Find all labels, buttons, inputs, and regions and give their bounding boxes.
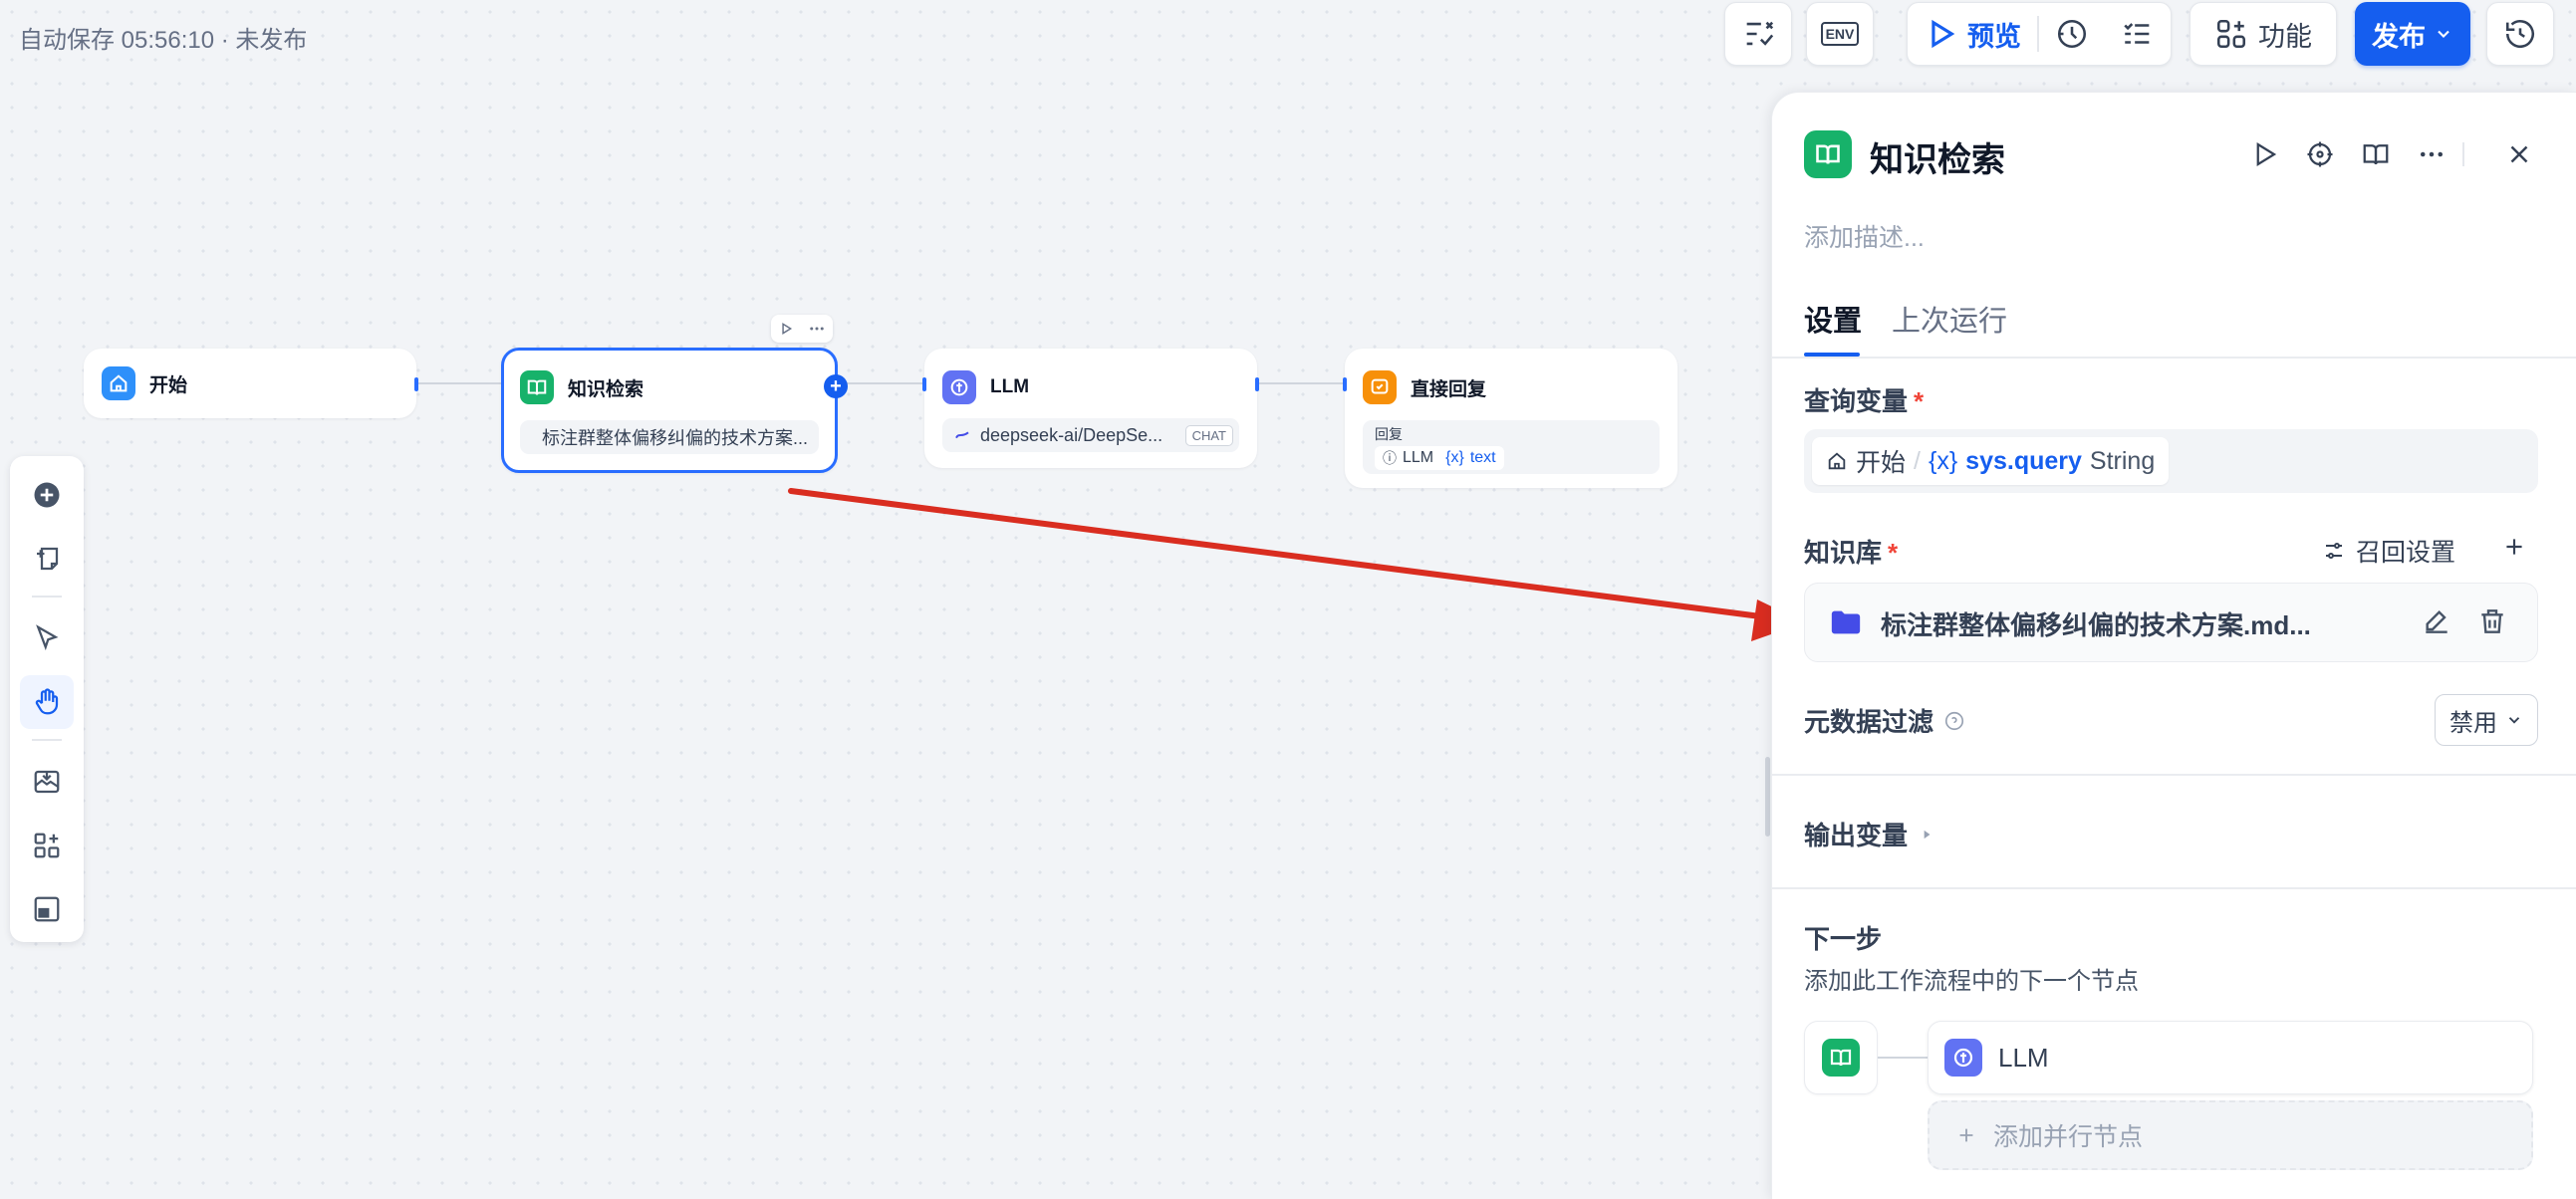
section-divider [1772,774,2576,776]
output-vars-label: 输出变量 [1804,821,1909,850]
pointer-mode-button[interactable] [20,611,74,665]
run-step-button[interactable] [2244,134,2284,174]
export-image-button[interactable] [20,755,74,809]
kb-item[interactable]: 标注群整体偏移纠偏的技术方案.md... [1804,583,2538,662]
add-parallel-node-button[interactable]: 添加并行节点 [1928,1100,2533,1170]
play-icon [2256,141,2277,167]
book-icon [1822,1039,1860,1077]
query-var-selector[interactable]: 开始 / {x} sys.query String [1804,429,2538,493]
var-type: String [2089,446,2156,475]
next-node-name: LLM [1998,1042,2049,1073]
tabs-divider [1772,357,2576,359]
folder-icon [1831,610,1861,634]
left-toolbar [10,456,84,942]
help-docs-button[interactable] [2356,134,2396,174]
organize-blocks-button[interactable] [20,819,74,872]
chevron-down-icon [2508,717,2520,724]
book-open-icon [2363,144,2389,165]
minimap-icon [34,896,60,922]
var-name: sys.query [1965,446,2082,475]
plus-circle-icon [34,482,60,508]
var-path-separator: / [1914,446,1921,475]
query-var-label-text: 查询变量 [1804,386,1909,416]
recall-settings-label: 召回设置 [2356,539,2456,567]
sliders-icon [2326,543,2342,559]
header-divider [2462,142,2464,166]
node-settings-panel: 知识检索 添加描述... 设置 上次运行 查询变量 * 开始 / {x} sys.… [1771,92,2576,1199]
required-mark: * [1888,538,1899,568]
help-circle-icon[interactable] [1943,710,1965,732]
more-icon [2421,151,2443,157]
edit-icon[interactable] [2421,605,2452,637]
panel-title[interactable]: 知识检索 [1870,132,2005,181]
cursor-icon [36,624,59,651]
tab-last-run[interactable]: 上次运行 [1892,298,2007,340]
metadata-filter-label: 元数据过滤 [1804,707,1934,737]
toolbar-divider [32,596,62,598]
add-note-button[interactable] [20,532,74,586]
section-divider [1772,887,2576,889]
llm-brain-icon [1944,1039,1982,1077]
add-node-button[interactable] [20,468,74,522]
crosshair-icon [2307,141,2333,167]
more-options-button[interactable] [2412,134,2451,174]
query-var-label: 查询变量 * [1804,381,1924,418]
metadata-filter-value: 禁用 [2449,709,2497,737]
description-input[interactable]: 添加描述... [1804,218,1925,254]
locate-node-button[interactable] [2300,134,2340,174]
kb-label: 知识库 * [1804,533,1898,570]
close-icon [2510,145,2528,163]
recall-settings-button[interactable]: 召回设置 [2322,533,2455,569]
trash-icon[interactable] [2476,605,2508,637]
next-node-llm[interactable]: LLM [1928,1021,2533,1094]
layout-grid-icon [34,833,60,858]
toolbar-divider [32,739,62,741]
minimap-toggle-button[interactable] [20,882,74,936]
home-icon [1828,452,1846,470]
add-parallel-label: 添加并行节点 [1993,1123,2144,1151]
plus-icon [2506,539,2522,555]
note-add-icon [37,547,59,571]
caret-right-icon [1924,830,1931,839]
required-mark: * [1914,386,1925,416]
kb-item-name: 标注群整体偏移纠偏的技术方案.md... [1881,610,2311,640]
tab-settings[interactable]: 设置 [1804,298,1862,340]
next-connector [1878,1057,1928,1059]
plus-icon [1959,1128,1973,1142]
book-icon [1804,130,1852,178]
image-export-icon [34,770,60,794]
query-var-chip: 开始 / {x} sys.query String [1812,437,2170,485]
current-node-thumb [1804,1021,1878,1094]
metadata-filter-row: 元数据过滤 [1804,702,1965,739]
hand-icon [35,688,59,715]
hand-mode-button[interactable] [20,675,74,729]
var-node-name: 开始 [1856,449,1907,477]
next-step-label: 下一步 [1804,924,1883,954]
kb-label-text: 知识库 [1804,538,1883,568]
variable-icon: {x} [1928,446,1958,475]
close-panel-button[interactable] [2499,134,2539,174]
metadata-filter-select[interactable]: 禁用 [2435,694,2538,746]
output-vars-toggle[interactable]: 输出变量 [1804,816,1933,852]
panel-resize-handle[interactable] [1765,757,1770,837]
add-knowledge-button[interactable] [2496,529,2532,565]
next-step-description: 添加此工作流程中的下一个节点 [1804,968,2139,995]
